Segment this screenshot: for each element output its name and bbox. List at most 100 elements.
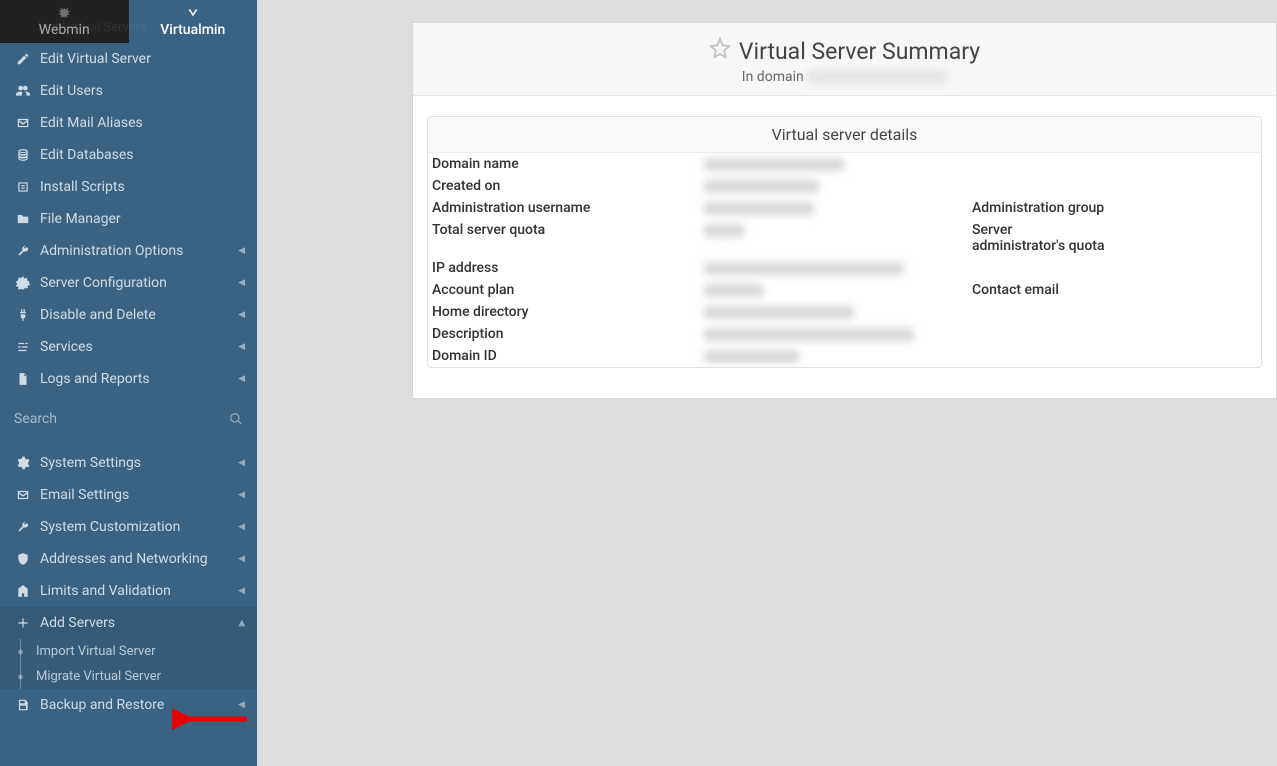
search-input[interactable] bbox=[14, 411, 229, 427]
sidebar-item-label: File Manager bbox=[40, 211, 121, 227]
sidebar-item-server-configuration[interactable]: Server Configuration ◀ bbox=[0, 267, 257, 299]
detail-label: IP address bbox=[428, 257, 698, 279]
detail-value-redacted bbox=[698, 257, 968, 279]
panel-sub-domain-redacted bbox=[807, 70, 947, 84]
cogs-icon bbox=[14, 276, 32, 290]
sidebar-item-label: Backup and Restore bbox=[40, 697, 164, 713]
save-icon bbox=[14, 698, 32, 712]
detail-value-redacted bbox=[698, 323, 968, 345]
detail-label: Account plan bbox=[428, 279, 698, 301]
detail-label: Total server quota bbox=[428, 219, 698, 257]
star-icon[interactable] bbox=[709, 37, 731, 65]
sidebar-item-label: Add Servers bbox=[40, 615, 115, 631]
detail-label: Server administrator's quota bbox=[968, 219, 1115, 257]
sidebar-item-edit-databases[interactable]: Edit Databases bbox=[0, 139, 257, 171]
detail-value bbox=[1115, 301, 1262, 323]
plus-icon bbox=[14, 616, 32, 630]
sidebar-item-add-servers[interactable]: Add Servers ◀ bbox=[0, 607, 257, 639]
sidebar-item-backup-restore[interactable]: Backup and Restore ◀ bbox=[0, 689, 257, 721]
sidebar-item-edit-users[interactable]: Edit Users bbox=[0, 75, 257, 107]
detail-value bbox=[1115, 345, 1262, 367]
database-icon bbox=[14, 148, 32, 162]
detail-label bbox=[968, 345, 1115, 367]
detail-label bbox=[968, 257, 1115, 279]
detail-label bbox=[968, 301, 1115, 323]
sidebar-item-administration-options[interactable]: Administration Options◀ bbox=[0, 235, 257, 267]
mail-icon bbox=[14, 116, 32, 130]
sidebar-item-label: Server Configuration bbox=[40, 275, 167, 291]
detail-label: Domain ID bbox=[428, 345, 698, 367]
sliders-icon bbox=[14, 340, 32, 354]
sidebar-item-email-settings[interactable]: Email Settings ◀ bbox=[0, 479, 257, 511]
detail-label bbox=[968, 323, 1115, 345]
summary-panel: Virtual Server Summary In domain Virtual… bbox=[412, 22, 1277, 399]
file-icon bbox=[14, 372, 32, 386]
chevron-left-icon: ◀ bbox=[238, 246, 245, 256]
chevron-down-icon: ◀ bbox=[237, 620, 247, 627]
detail-value bbox=[1115, 257, 1262, 279]
sidebar-search bbox=[0, 405, 257, 433]
detail-value-redacted bbox=[698, 175, 968, 197]
sidebar-item-system-customization[interactable]: System Customization ◀ bbox=[0, 511, 257, 543]
sidebar-menu-add: Add Servers ◀ bbox=[0, 607, 257, 639]
sidebar-item-label: System Customization bbox=[40, 519, 180, 535]
sidebar-item-label: Logs and Reports bbox=[40, 371, 150, 387]
tab-webmin[interactable]: Webmin bbox=[0, 0, 129, 43]
sidebar-item-install-scripts[interactable]: Install Scripts bbox=[0, 171, 257, 203]
search-icon[interactable] bbox=[229, 411, 243, 427]
sidebar-item-disable-and-delete[interactable]: Disable and Delete◀ bbox=[0, 299, 257, 331]
page-title: Virtual Server Summary bbox=[739, 38, 980, 65]
tab-virtualmin-label: Virtualmin bbox=[160, 22, 225, 38]
sidebar-item-label: Edit Databases bbox=[40, 147, 134, 163]
sidebar-item-edit-virtual-server[interactable]: Edit Virtual Server bbox=[0, 43, 257, 75]
tab-webmin-label: Webmin bbox=[39, 22, 90, 38]
sidebar-item-services[interactable]: Services◀ bbox=[0, 331, 257, 363]
detail-label: Administration group bbox=[968, 197, 1115, 219]
sub-item-import-virtual-server[interactable]: Import Virtual Server bbox=[0, 639, 257, 664]
detail-value-redacted bbox=[698, 301, 968, 323]
plug-icon bbox=[14, 308, 32, 322]
details-grid: Domain nameCreated onAdministration user… bbox=[428, 153, 1261, 367]
panel-sub-prefix: In domain bbox=[742, 69, 804, 85]
shield-icon bbox=[14, 552, 32, 566]
detail-value bbox=[1115, 197, 1262, 219]
sub-item-migrate-virtual-server[interactable]: Migrate Virtual Server bbox=[0, 664, 257, 689]
detail-value-redacted bbox=[698, 197, 968, 219]
wrench-icon bbox=[14, 520, 32, 534]
virtualmin-logo-icon bbox=[186, 5, 200, 20]
sidebar-item-addresses-and-networking[interactable]: Addresses and Networking◀ bbox=[0, 543, 257, 575]
sidebar-item-logs-and-reports[interactable]: Logs and Reports ◀ bbox=[0, 363, 257, 395]
sidebar-item-label: Services bbox=[40, 339, 93, 355]
sidebar-item-label: Email Settings bbox=[40, 487, 129, 503]
detail-value bbox=[1115, 175, 1262, 197]
sidebar-item-label: Edit Virtual Server bbox=[40, 51, 151, 67]
detail-label bbox=[968, 153, 1115, 175]
sidebar-item-label: Addresses and Networking bbox=[40, 551, 208, 567]
chevron-left-icon: ◀ bbox=[238, 522, 245, 532]
detail-label: Home directory bbox=[428, 301, 698, 323]
chevron-left-icon: ◀ bbox=[238, 374, 245, 384]
chevron-left-icon: ◀ bbox=[238, 278, 245, 288]
sidebar-item-label: Limits and Validation bbox=[40, 583, 171, 599]
detail-value-redacted bbox=[698, 279, 968, 301]
add-servers-submenu: Import Virtual Server Migrate Virtual Se… bbox=[0, 639, 257, 689]
folder-icon bbox=[14, 212, 32, 226]
detail-label: Domain name bbox=[428, 153, 698, 175]
detail-value-redacted bbox=[698, 345, 968, 367]
detail-label: Contact email bbox=[968, 279, 1115, 301]
detail-value bbox=[1115, 279, 1262, 301]
sidebar-item-system-settings[interactable]: System Settings◀ bbox=[0, 447, 257, 479]
top-tabs: Webmin Virtualmin bbox=[0, 0, 257, 43]
webmin-logo-icon bbox=[57, 5, 71, 20]
sidebar-item-limits-and-validation[interactable]: Limits and Validation ◀ bbox=[0, 575, 257, 607]
tab-virtualmin[interactable]: Virtualmin bbox=[129, 0, 258, 43]
panel-subtitle: In domain bbox=[423, 69, 1266, 85]
sidebar-item-label: System Settings bbox=[40, 455, 141, 471]
install-icon bbox=[14, 180, 32, 194]
panel-header: Virtual Server Summary In domain bbox=[413, 23, 1276, 96]
sidebar-item-file-manager[interactable]: File Manager bbox=[0, 203, 257, 235]
chevron-left-icon: ◀ bbox=[238, 586, 245, 596]
sidebar-item-edit-mail-aliases[interactable]: Edit Mail Aliases bbox=[0, 107, 257, 139]
sidebar-menu-bottom: System Settings◀Email Settings◀System Cu… bbox=[0, 447, 257, 607]
chevron-left-icon: ◀ bbox=[238, 490, 245, 500]
